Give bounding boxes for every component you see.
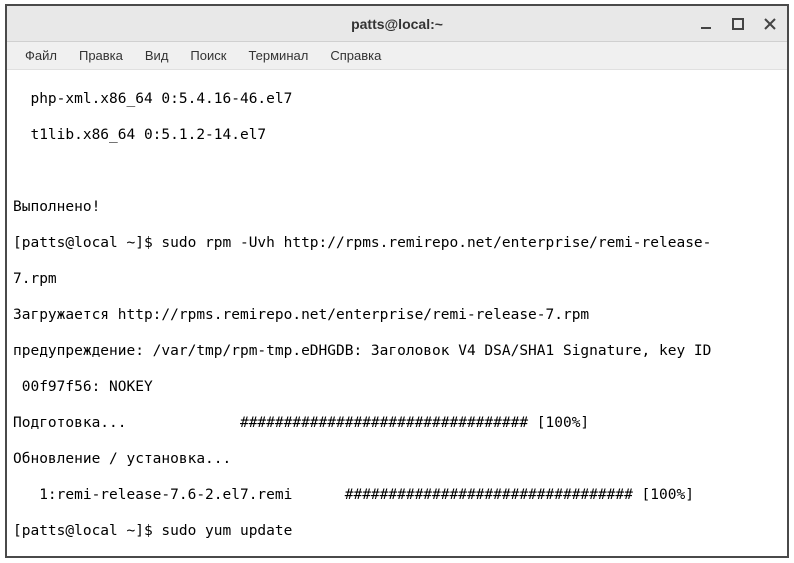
term-line: php-xml.x86_64 0:5.4.16-46.el7: [13, 90, 781, 108]
terminal-output[interactable]: php-xml.x86_64 0:5.4.16-46.el7 t1lib.x86…: [7, 70, 787, 556]
term-line: [13, 162, 781, 180]
menu-edit[interactable]: Правка: [69, 44, 133, 67]
menu-terminal[interactable]: Терминал: [238, 44, 318, 67]
term-line: [patts@local ~]$ sudo yum update: [13, 522, 781, 540]
window-controls: [697, 15, 779, 33]
menu-help[interactable]: Справка: [320, 44, 391, 67]
minimize-button[interactable]: [697, 15, 715, 33]
term-line: 1:remi-release-7.6-2.el7.remi ##########…: [13, 486, 781, 504]
term-line: Загружается http://rpms.remirepo.net/ent…: [13, 306, 781, 324]
term-line: Подготовка... ##########################…: [13, 414, 781, 432]
menu-search[interactable]: Поиск: [180, 44, 236, 67]
term-line: 00f97f56: NOKEY: [13, 378, 781, 396]
term-line: Выполнено!: [13, 198, 781, 216]
menu-view[interactable]: Вид: [135, 44, 179, 67]
close-icon: [764, 18, 776, 30]
maximize-button[interactable]: [729, 15, 747, 33]
titlebar: patts@local:~: [7, 6, 787, 42]
window-title: patts@local:~: [351, 16, 443, 32]
menu-file[interactable]: Файл: [15, 44, 67, 67]
maximize-icon: [732, 18, 744, 30]
terminal-window: patts@local:~ Файл Правка Вид Поиск Терм…: [5, 4, 789, 558]
term-line: [patts@local ~]$ sudo rpm -Uvh http://rp…: [13, 234, 781, 252]
term-line: предупреждение: /var/tmp/rpm-tmp.eDHGDB:…: [13, 342, 781, 360]
term-line: Обновление / установка...: [13, 450, 781, 468]
menubar: Файл Правка Вид Поиск Терминал Справка: [7, 42, 787, 70]
term-line: 7.rpm: [13, 270, 781, 288]
minimize-icon: [699, 17, 713, 31]
term-line: t1lib.x86_64 0:5.1.2-14.el7: [13, 126, 781, 144]
close-button[interactable]: [761, 15, 779, 33]
